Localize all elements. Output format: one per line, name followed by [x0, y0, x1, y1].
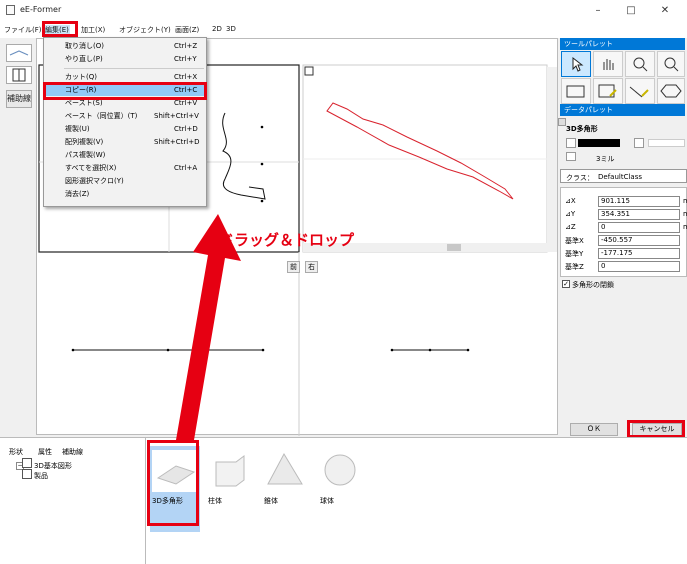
window-title: eE-Former — [20, 5, 62, 14]
polygon-3d-tool-icon[interactable] — [561, 78, 591, 104]
folder-icon — [22, 469, 32, 479]
fill-color-swatch[interactable] — [648, 139, 685, 147]
shape-item-sphere[interactable]: 球体 — [318, 450, 368, 514]
minimize-button[interactable]: – — [588, 4, 608, 18]
menu-file[interactable]: ファイル(F) — [4, 25, 42, 35]
layer-view-icon[interactable] — [6, 66, 32, 84]
title-bar: eE-Former – □ ✕ — [0, 0, 687, 22]
tree-item-3d-basic[interactable]: 3D基本図形 — [34, 461, 72, 471]
view-label-front[interactable]: 前 — [287, 261, 300, 273]
tree-item-product[interactable]: 製品 — [34, 471, 48, 481]
dy-input[interactable]: 354.351 — [598, 209, 680, 220]
hexagon-tool-icon[interactable] — [657, 78, 685, 104]
fill-bucket-icon[interactable] — [634, 138, 644, 148]
right-panel: ツールパレット データパレット 3D多角形 3ミル クラス： DefaultCl… — [558, 38, 687, 436]
menu-item-path-duplicate[interactable]: パス複製(W) — [44, 150, 206, 161]
edit-menu-highlight-box — [42, 21, 78, 37]
menu-item-paste-in-place[interactable]: ペースト（同位置）(T) Shift+Ctrl+V — [44, 111, 206, 122]
menu-3d[interactable]: 3D — [226, 25, 236, 33]
line-tool-icon[interactable] — [625, 78, 655, 104]
prism-thumb — [206, 450, 252, 492]
polygon-highlight-box — [147, 440, 199, 526]
shape-gallery: 3D多角形 柱体 錐体 球体 — [145, 437, 687, 564]
closed-polygon-checkbox[interactable]: ✓ — [562, 280, 570, 288]
line-width-value[interactable]: 3ミル — [596, 154, 614, 164]
shape-item-prism[interactable]: 柱体 — [206, 450, 256, 514]
pen-icon[interactable] — [566, 138, 576, 148]
copy-highlight-box — [43, 82, 207, 100]
line-weight-icon — [566, 152, 576, 161]
polygon-tool-icon[interactable] — [593, 78, 623, 104]
ok-button[interactable]: ＯＫ — [570, 423, 618, 436]
menu-separator — [64, 68, 204, 69]
base-y-input[interactable]: -177.175 — [598, 248, 680, 259]
menu-object[interactable]: オブジェクト(Y) — [119, 25, 171, 35]
menu-item-select-macro[interactable]: 図形選択マクロ(Y) — [44, 176, 206, 187]
close-button[interactable]: ✕ — [655, 4, 675, 18]
menu-item-undo[interactable]: 取り消し(O) Ctrl+Z — [44, 41, 206, 52]
hand-pan-icon[interactable] — [593, 51, 623, 77]
pyramid-thumb — [262, 450, 308, 492]
maximize-button[interactable]: □ — [621, 4, 641, 18]
tab-shape[interactable]: 形状 — [9, 447, 23, 457]
dx-input[interactable]: 901.115 — [598, 196, 680, 207]
menu-screen[interactable]: 画面(Z) — [175, 25, 199, 35]
dimension-fields: ⊿X 901.115 mm ⊿Y 354.351 mm ⊿Z 0 mm 基準X … — [560, 187, 687, 277]
select-arrow-icon[interactable] — [561, 51, 591, 77]
menu-2d[interactable]: 2D — [212, 25, 222, 33]
menu-process[interactable]: 加工(X) — [81, 25, 105, 35]
menu-bar: ファイル(F) 編集(E) 加工(X) オブジェクト(Y) 画面(Z) 2D 3… — [0, 22, 687, 38]
aux-line-tool[interactable]: 補助線 — [6, 90, 32, 108]
class-select[interactable]: クラス： DefaultClass — [560, 169, 687, 183]
menu-item-array-duplicate[interactable]: 配列複製(V) Shift+Ctrl+D — [44, 137, 206, 148]
base-x-input[interactable]: -450.557 — [598, 235, 680, 246]
stroke-color-swatch[interactable] — [578, 139, 620, 147]
edit-dropdown-menu: 取り消し(O) Ctrl+Z やり直し(P) Ctrl+Y カット(Q) Ctrl+X… — [43, 37, 207, 207]
tab-attributes[interactable]: 属性 — [38, 447, 52, 457]
menu-item-select-all[interactable]: すべてを選択(X) Ctrl+A — [44, 163, 206, 174]
drag-drop-annotation: ドラッグ＆ドロップ — [219, 231, 355, 249]
palette-pin-icon[interactable] — [558, 118, 566, 126]
cancel-highlight-box — [627, 420, 685, 438]
object-name: 3D多角形 — [566, 125, 598, 133]
view-label-right[interactable]: 右 — [305, 261, 318, 273]
bottom-left-panel: 形状 属性 補助線 − 3D基本図形 製品 — [0, 437, 145, 564]
class-value: DefaultClass — [598, 173, 642, 181]
base-z-input[interactable]: 0 — [598, 261, 680, 272]
class-label: クラス： — [566, 174, 594, 182]
open-book-icon[interactable] — [6, 44, 32, 62]
sphere-thumb — [318, 450, 364, 492]
zoom-out-icon[interactable] — [657, 51, 685, 77]
data-palette-header: データパレット — [560, 104, 685, 116]
zoom-in-icon[interactable] — [625, 51, 655, 77]
tab-aux-lines[interactable]: 補助線 — [62, 447, 83, 457]
menu-item-redo[interactable]: やり直し(P) Ctrl+Y — [44, 54, 206, 65]
dz-input[interactable]: 0 — [598, 222, 680, 233]
folder-icon — [22, 458, 32, 468]
menu-item-duplicate[interactable]: 複製(U) Ctrl+D — [44, 124, 206, 135]
menu-item-delete[interactable]: 消去(Z) — [44, 189, 206, 200]
closed-polygon-label: 多角形の閉鎖 — [572, 281, 614, 289]
app-icon — [6, 5, 15, 15]
left-toolbar: 補助線 — [0, 38, 36, 433]
shape-item-pyramid[interactable]: 錐体 — [262, 450, 312, 514]
tool-palette-header: ツールパレット — [560, 38, 685, 50]
